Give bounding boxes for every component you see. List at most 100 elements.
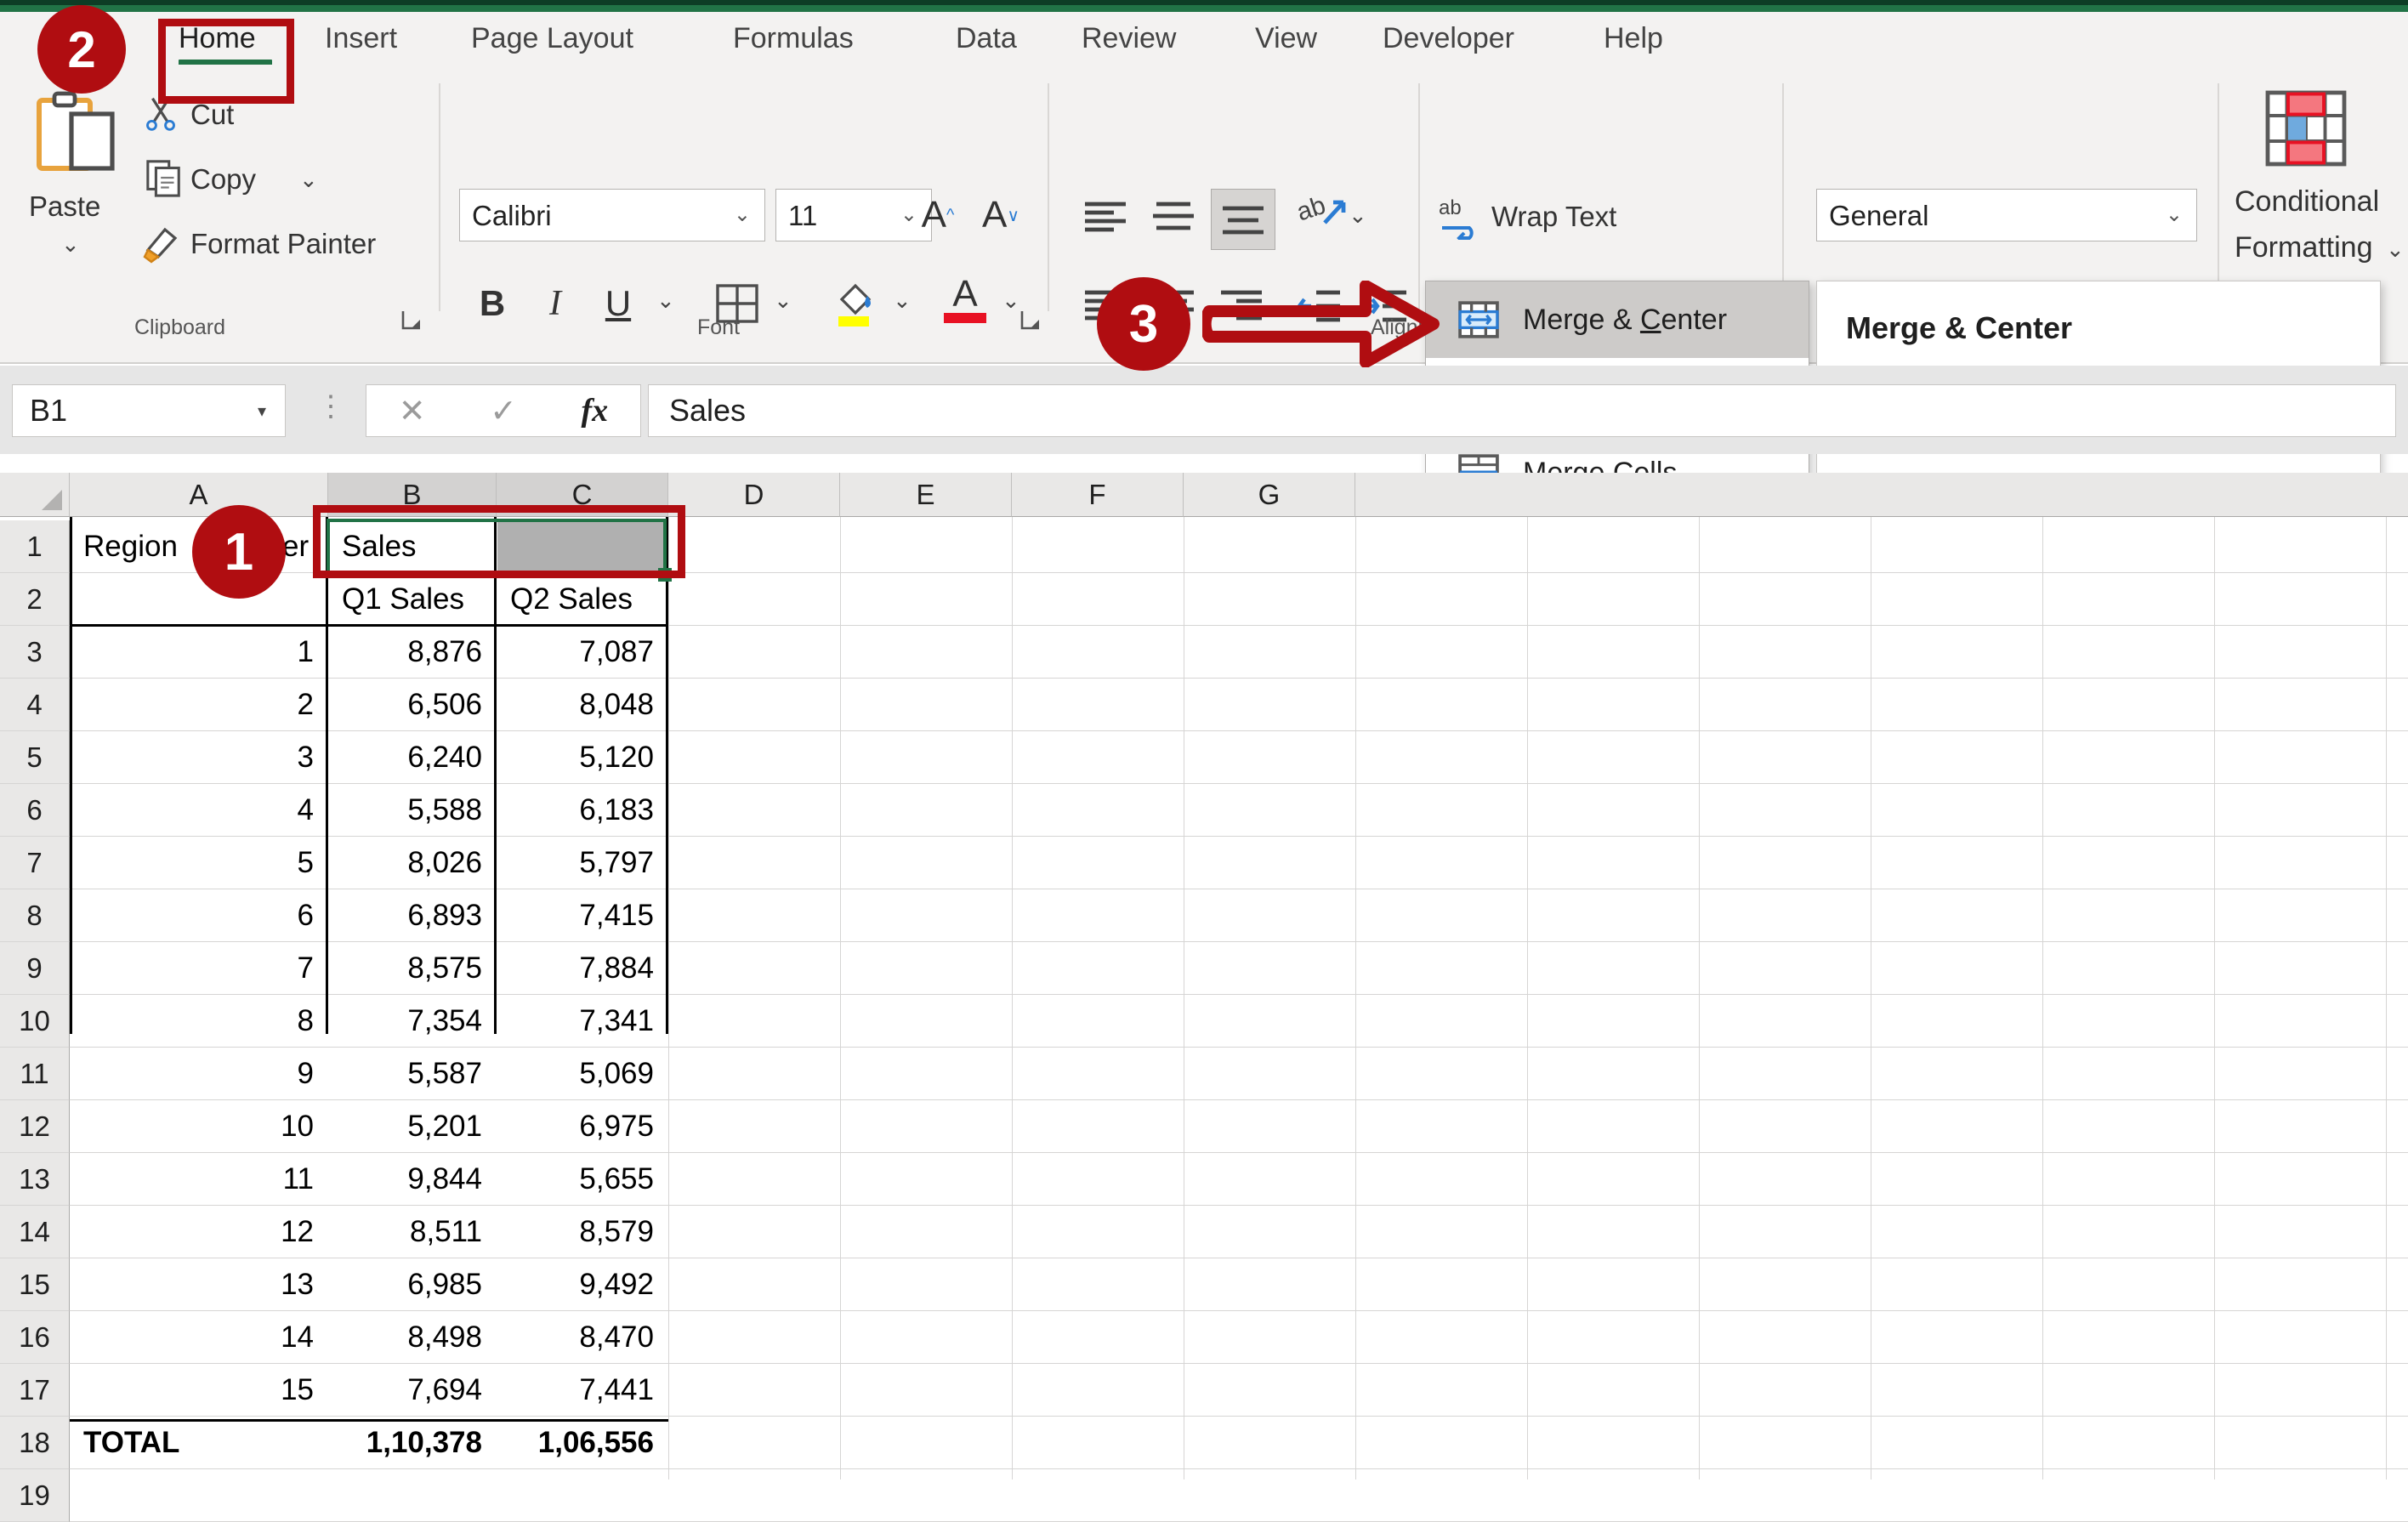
paste-label[interactable]: Paste <box>29 190 100 223</box>
tab-developer[interactable]: Developer <box>1371 12 1526 65</box>
tab-page-layout[interactable]: Page Layout <box>459 12 645 65</box>
conditional-formatting-chevron-down-icon[interactable]: ⌄ <box>2386 236 2405 263</box>
cell-C16[interactable]: 8,470 <box>498 1311 666 1364</box>
orientation-icon[interactable]: ab <box>1296 190 1349 243</box>
tab-help[interactable]: Help <box>1592 12 1675 65</box>
underline-button[interactable]: U <box>592 277 645 330</box>
font-color-icon[interactable]: A <box>944 275 986 323</box>
cell-C12[interactable]: 6,975 <box>498 1100 666 1153</box>
cell-A9[interactable]: 7 <box>71 942 326 995</box>
copy-label[interactable]: Copy <box>190 163 256 196</box>
cell-B3[interactable]: 8,876 <box>330 626 494 679</box>
fill-color-icon[interactable] <box>832 277 877 327</box>
row-header-11[interactable]: 11 <box>0 1048 70 1100</box>
row-header-19[interactable]: 19 <box>0 1469 70 1522</box>
cancel-formula-icon[interactable]: ✕ <box>366 392 457 430</box>
cell-B14[interactable]: 8,511 <box>330 1206 494 1258</box>
cell-A16[interactable]: 14 <box>71 1311 326 1364</box>
font-name-chevron-down-icon[interactable]: ⌄ <box>734 205 751 225</box>
wrap-text-label[interactable]: Wrap Text <box>1491 201 1616 233</box>
cell-A3[interactable]: 1 <box>71 626 326 679</box>
cell-C10[interactable]: 7,341 <box>498 995 666 1048</box>
cell-A4[interactable]: 2 <box>71 679 326 731</box>
cell-B9[interactable]: 8,575 <box>330 942 494 995</box>
formula-input[interactable]: Sales <box>648 384 2396 437</box>
row-header-6[interactable]: 6 <box>0 784 70 837</box>
cell-C17[interactable]: 7,441 <box>498 1364 666 1417</box>
cell-C11[interactable]: 5,069 <box>498 1048 666 1100</box>
bold-button[interactable]: B <box>466 277 519 330</box>
column-header-F[interactable]: F <box>1012 473 1184 517</box>
italic-button[interactable]: I <box>529 277 582 330</box>
cell-B6[interactable]: 5,588 <box>330 784 494 837</box>
cell-B16[interactable]: 8,498 <box>330 1311 494 1364</box>
cell-A11[interactable]: 9 <box>71 1048 326 1100</box>
cell-A6[interactable]: 4 <box>71 784 326 837</box>
row-header-8[interactable]: 8 <box>0 889 70 942</box>
name-box[interactable]: B1 ▾ <box>12 384 286 437</box>
cell-A5[interactable]: 3 <box>71 731 326 784</box>
cell-A17[interactable]: 15 <box>71 1364 326 1417</box>
cell-A14[interactable]: 12 <box>71 1206 326 1258</box>
tab-review[interactable]: Review <box>1070 12 1188 65</box>
enter-formula-icon[interactable]: ✓ <box>457 392 548 430</box>
tab-view[interactable]: View <box>1243 12 1329 65</box>
row-header-2[interactable]: 2 <box>0 573 70 626</box>
cell-A13[interactable]: 11 <box>71 1153 326 1206</box>
cell-C18[interactable]: 1,06,556 <box>498 1417 666 1469</box>
cell-C6[interactable]: 6,183 <box>498 784 666 837</box>
number-format-select[interactable]: General ⌄ <box>1816 189 2197 241</box>
name-box-chevron-down-icon[interactable]: ▾ <box>258 400 266 422</box>
tab-insert[interactable]: Insert <box>313 12 409 65</box>
format-painter-label[interactable]: Format Painter <box>190 228 376 260</box>
row-header-12[interactable]: 12 <box>0 1100 70 1153</box>
cell-C14[interactable]: 8,579 <box>498 1206 666 1258</box>
cell-C3[interactable]: 7,087 <box>498 626 666 679</box>
menu-item-merge-and-center[interactable]: Merge & Center <box>1426 281 1809 358</box>
column-header-E[interactable]: E <box>840 473 1012 517</box>
tab-data[interactable]: Data <box>944 12 1029 65</box>
shrink-font-icon[interactable]: A ∨ <box>971 189 1031 241</box>
paste-chevron-down-icon[interactable]: ⌄ <box>61 231 80 258</box>
fill-color-chevron-down-icon[interactable]: ⌄ <box>893 287 912 314</box>
cell-B5[interactable]: 6,240 <box>330 731 494 784</box>
row-header-14[interactable]: 14 <box>0 1206 70 1258</box>
select-all-corner[interactable] <box>0 473 70 517</box>
align-top-icon[interactable] <box>1082 197 1129 236</box>
cell-A12[interactable]: 10 <box>71 1100 326 1153</box>
row-header-16[interactable]: 16 <box>0 1311 70 1364</box>
font-dialog-launcher-icon[interactable] <box>1019 308 1042 332</box>
cell-B4[interactable]: 6,506 <box>330 679 494 731</box>
cell-B12[interactable]: 5,201 <box>330 1100 494 1153</box>
cell-C4[interactable]: 8,048 <box>498 679 666 731</box>
cell-B13[interactable]: 9,844 <box>330 1153 494 1206</box>
column-header-D[interactable]: D <box>668 473 840 517</box>
align-bottom-button[interactable] <box>1211 189 1275 250</box>
tab-formulas[interactable]: Formulas <box>721 12 866 65</box>
underline-chevron-down-icon[interactable]: ⌄ <box>656 287 675 314</box>
row-header-15[interactable]: 15 <box>0 1258 70 1311</box>
cell-A18[interactable]: TOTAL <box>71 1417 326 1469</box>
conditional-formatting-icon[interactable] <box>2265 90 2347 167</box>
clipboard-dialog-launcher-icon[interactable] <box>400 308 423 332</box>
paste-icon[interactable] <box>34 90 129 182</box>
row-header-5[interactable]: 5 <box>0 731 70 784</box>
cell-B2[interactable]: Q1 Sales <box>330 573 494 626</box>
formula-bar-grip[interactable]: ⋮ <box>316 389 345 423</box>
cell-C8[interactable]: 7,415 <box>498 889 666 942</box>
row-header-7[interactable]: 7 <box>0 837 70 889</box>
conditional-formatting-label-line1[interactable]: Conditional <box>2235 185 2379 219</box>
cell-A15[interactable]: 13 <box>71 1258 326 1311</box>
font-color-chevron-down-icon[interactable]: ⌄ <box>1002 287 1020 314</box>
cell-C7[interactable]: 5,797 <box>498 837 666 889</box>
row-header-13[interactable]: 13 <box>0 1153 70 1206</box>
cell-C9[interactable]: 7,884 <box>498 942 666 995</box>
align-middle-icon[interactable] <box>1150 197 1197 236</box>
cell-C13[interactable]: 5,655 <box>498 1153 666 1206</box>
cell-B8[interactable]: 6,893 <box>330 889 494 942</box>
row-header-17[interactable]: 17 <box>0 1364 70 1417</box>
cell-C2[interactable]: Q2 Sales <box>498 573 666 626</box>
row-header-3[interactable]: 3 <box>0 626 70 679</box>
cell-B15[interactable]: 6,985 <box>330 1258 494 1311</box>
format-painter-icon[interactable] <box>141 223 184 264</box>
